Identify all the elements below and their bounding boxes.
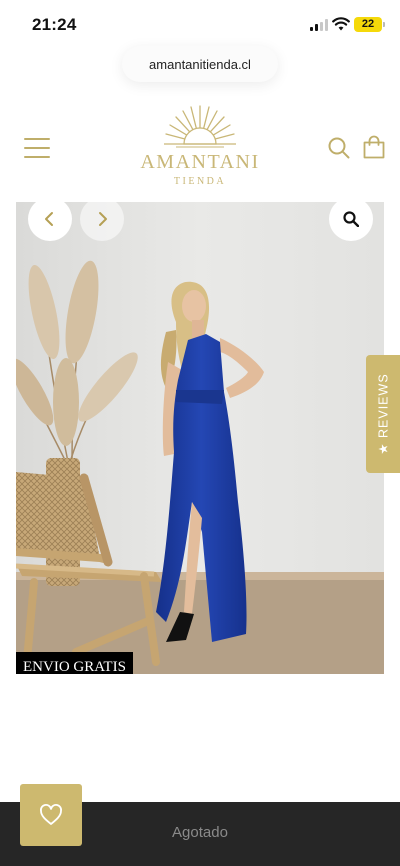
shopping-bag-icon[interactable] [362,135,386,159]
wifi-icon [332,17,350,31]
sun-logo-icon [164,105,236,148]
hamburger-menu-icon[interactable] [24,138,50,158]
magnifier-icon [343,211,359,227]
free-shipping-badge: ENVIO GRATIS [16,652,133,674]
chevron-left-icon [45,212,53,226]
logo-subtitle: TIENDA [173,176,227,187]
status-time: 21:24 [32,15,77,34]
site-logo[interactable]: AMANTANI TIENDA [140,101,260,191]
product-photo [16,202,384,674]
reviews-tab[interactable]: ★ REVIEWS [366,355,400,473]
battery-indicator: 22 [354,17,385,32]
sold-out-label: Agotado [172,824,228,841]
heart-icon [40,804,62,825]
logo-wordmark: AMANTANI [140,151,260,173]
search-icon[interactable] [328,137,350,159]
status-bar: 21:24 22 [0,0,400,50]
chevron-right-icon [99,212,107,226]
reviews-tab-label: ★ REVIEWS [376,373,391,455]
cellular-signal-icon [310,19,328,31]
address-bar-url: amantanitienda.cl [149,57,251,72]
address-bar[interactable]: amantanitienda.cl [122,46,278,82]
product-image-gallery[interactable]: ENVIO GRATIS [16,202,384,674]
wishlist-button[interactable] [20,784,82,846]
site-header: AMANTANI TIENDA [0,95,400,200]
